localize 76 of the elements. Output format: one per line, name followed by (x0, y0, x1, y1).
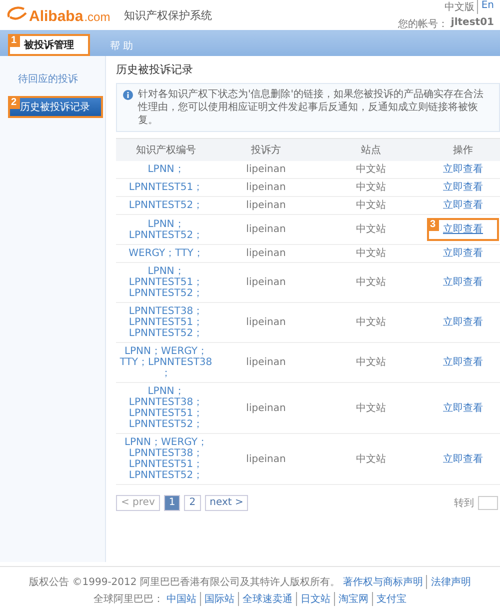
table-cell: lipeinan (216, 263, 316, 303)
callout-badge: 3 (427, 218, 439, 231)
table-cell: LPNN； (116, 161, 216, 179)
logo-text: Alibaba (29, 8, 84, 25)
table-cell: LPNN； LPNNTEST52； (116, 215, 216, 245)
table-cell: LPNN； LPNNTEST38； LPNNTEST51； LPNNTEST52； (116, 383, 216, 434)
view-link[interactable]: 立即查看 (443, 164, 483, 175)
table-cell: 中文站 (316, 179, 426, 197)
table-cell: LPNN；WERGY； TTY；LPNNTEST38 ； (116, 343, 216, 383)
page-button[interactable]: 2 (184, 495, 201, 511)
table-cell: 中文站 (316, 263, 426, 303)
view-link[interactable]: 立即查看 (443, 200, 483, 211)
sidebar-item[interactable]: 待回应的投诉 (8, 68, 103, 90)
table-cell: 中文站 (316, 383, 426, 434)
view-link[interactable]: 立即查看 (443, 357, 483, 368)
footer-link[interactable]: 著作权与商标声明 (342, 575, 423, 589)
view-link[interactable]: 立即查看 (443, 454, 483, 464)
table-cell: LPNNTEST51； (116, 179, 216, 197)
global-label: 全球阿里巴巴： (94, 592, 164, 606)
copyright-text: 版权公告 ©1999-2012 阿里巴巴香港有限公司及其特许人版权所有。 (29, 576, 340, 589)
goto-label: 转到 (454, 497, 474, 510)
footer-link[interactable]: 淘宝网 (334, 592, 368, 606)
page-button[interactable]: 1 (164, 495, 180, 511)
table-cell: lipeinan (216, 303, 316, 343)
footer-link[interactable]: 中国站 (166, 592, 196, 606)
column-header: 知识产权编号 (116, 139, 216, 161)
info-icon (123, 90, 133, 100)
logo-suffix: .com (84, 10, 110, 24)
table-cell: lipeinan (216, 215, 316, 245)
page-input[interactable] (478, 496, 498, 510)
footer-link[interactable]: 日文站 (296, 592, 330, 606)
table-cell: 中文站 (316, 215, 426, 245)
footer-link[interactable]: 法律声明 (426, 575, 471, 589)
callout-badge: 1 (8, 34, 20, 47)
table-cell: 中文站 (316, 245, 426, 263)
table-cell: lipeinan (216, 343, 316, 383)
column-header: 站点 (316, 139, 426, 161)
table-cell: 中文站 (316, 197, 426, 215)
table-cell: lipeinan (216, 161, 316, 179)
column-header: 投诉方 (216, 139, 316, 161)
column-header: 操作 (426, 139, 500, 161)
table-cell: LPNNTEST38； LPNNTEST51； LPNNTEST52； (116, 303, 216, 343)
view-link[interactable]: 立即查看 (443, 317, 483, 328)
system-title: 知识产权保护系统 (124, 8, 212, 22)
footer-link[interactable]: 国际站 (200, 592, 234, 606)
callout-badge: 2 (8, 96, 20, 109)
table-cell: lipeinan (216, 383, 316, 434)
account-label: 您的帐号： (398, 18, 448, 30)
next-button[interactable]: next > (204, 495, 248, 511)
table-cell: 中文站 (316, 161, 426, 179)
view-link[interactable]: 立即查看 (443, 402, 483, 414)
table-cell: 中文站 (316, 434, 426, 485)
view-link[interactable]: 立即查看 (443, 182, 483, 193)
account-name: jltest01 (450, 16, 494, 30)
table-cell: lipeinan (216, 434, 316, 485)
table-cell: LPNNTEST52； (116, 197, 216, 215)
nav-tab[interactable]: 1 被投诉管理 (8, 34, 90, 56)
table-cell: lipeinan (216, 179, 316, 197)
view-link[interactable]: 立即查看 (443, 277, 483, 288)
table-cell: LPNN； LPNNTEST51； LPNNTEST52； (116, 263, 216, 303)
table-cell: 中文站 (316, 303, 426, 343)
table-cell: LPNN；WERGY； LPNNTEST38； LPNNTEST51； LPNNTEST52； (116, 434, 216, 485)
notice-text: 针对各知识产权下状态为'信息删除'的链接，如果您被投诉的产品确实存在合法性理由，您可以使用相应证明文件发起事后反通知，反通知成立则链接将被恢复。 (138, 88, 484, 127)
page-title: 历史被投诉记录 (116, 62, 194, 77)
table-cell: lipeinan (216, 197, 316, 215)
view-link[interactable]: 3 立即查看 (427, 218, 499, 241)
logo-icon (6, 5, 28, 21)
table-cell: lipeinan (216, 245, 316, 263)
view-link[interactable]: 立即查看 (443, 248, 483, 259)
table-cell: WERGY；TTY； (116, 245, 216, 263)
language-link[interactable]: 中文版 (444, 0, 474, 14)
language-link[interactable]: En (477, 0, 494, 14)
table-cell: 中文站 (316, 343, 426, 383)
sidebar-item[interactable]: 2 历史被投诉记录 (8, 96, 103, 118)
footer-link[interactable]: 全球速卖通 (238, 592, 292, 606)
footer-link[interactable]: 支付宝 (372, 592, 406, 606)
